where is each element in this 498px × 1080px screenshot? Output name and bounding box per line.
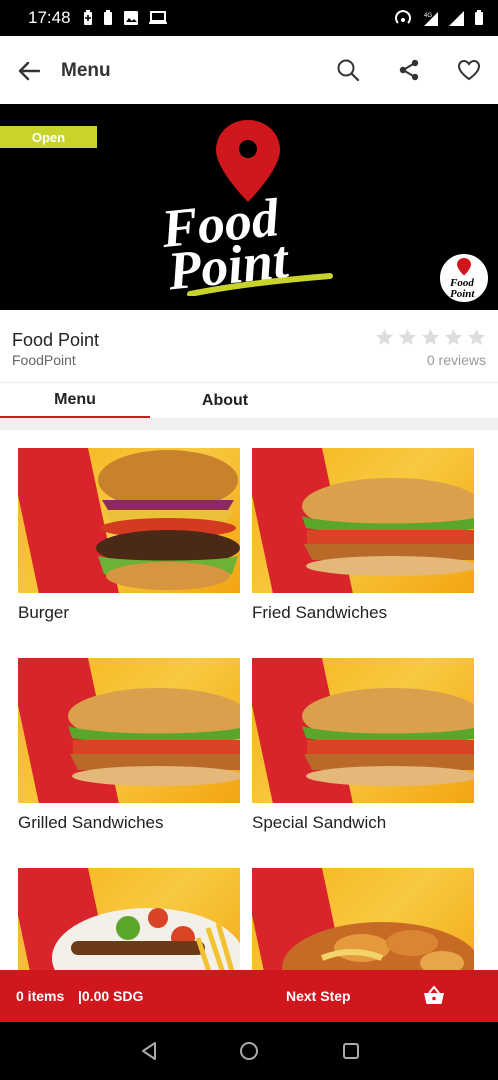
sandwich-image [252, 448, 474, 593]
signal-icon [449, 11, 464, 26]
laptop-icon [148, 11, 167, 24]
recents-square-icon[interactable] [340, 1040, 362, 1062]
system-nav-bar [0, 1022, 498, 1080]
star-icon [398, 328, 417, 346]
grill-plate-image [18, 868, 240, 970]
section-divider [0, 418, 498, 430]
tab-about[interactable]: About [150, 383, 300, 419]
back-triangle-icon[interactable] [138, 1040, 160, 1062]
cart-bar[interactable]: 0 items |0.00 SDG Next Step [0, 970, 498, 1022]
back-button[interactable] [14, 56, 44, 86]
tab-bar: Menu About [0, 382, 498, 419]
sandwich-image [252, 658, 474, 803]
star-icon [421, 328, 440, 346]
category-title: Burger [18, 603, 70, 622]
cart-total: |0.00 SDG [78, 988, 144, 1004]
network-4g-icon: 4G [424, 12, 438, 26]
category-card-fries-plate[interactable] [252, 868, 474, 970]
app-bar: Menu [0, 36, 498, 104]
search-button[interactable] [332, 54, 364, 86]
mini-logo: Food Point [436, 250, 492, 306]
battery-icon [475, 10, 483, 25]
category-grid: Burger Fried Sandwiches Grilled Sandwich… [0, 430, 498, 970]
share-icon [399, 59, 419, 81]
basket-icon[interactable] [422, 984, 446, 1008]
share-button[interactable] [393, 54, 425, 86]
category-card-special-sandwich[interactable]: Special Sandwich [252, 658, 474, 833]
store-info: Food Point FoodPoint 0 reviews [0, 310, 498, 382]
cart-item-count: 0 items [16, 988, 65, 1004]
star-icon [444, 328, 463, 346]
star-icon [467, 328, 486, 346]
favorite-button[interactable] [453, 54, 485, 86]
page-title: Menu [61, 60, 111, 81]
hotspot-icon [395, 10, 411, 24]
next-step-button[interactable]: Next Step [286, 988, 351, 1004]
status-time: 17:48 [28, 8, 71, 27]
food-point-logo: Food Point [158, 120, 333, 296]
status-bar: 17:48 4G [0, 0, 498, 36]
svg-text:4G: 4G [424, 13, 432, 19]
category-card-grilled-sandwiches[interactable]: Grilled Sandwiches [18, 658, 240, 833]
store-name: Food Point [12, 330, 100, 350]
store-handle: FoodPoint [12, 352, 76, 368]
battery-icon [103, 10, 112, 25]
search-icon [337, 59, 360, 82]
svg-text:Point: Point [450, 288, 475, 300]
category-card-grill-plate[interactable] [18, 868, 240, 970]
arrow-left-icon [18, 61, 40, 81]
battery-saver-icon [83, 10, 92, 25]
store-banner: Open Food Point Food Point [0, 104, 498, 310]
category-title: Special Sandwich [252, 813, 387, 832]
fries-plate-image [252, 868, 474, 970]
tab-menu[interactable]: Menu [0, 383, 150, 419]
sandwich-image [18, 658, 240, 803]
reviews-count: 0 reviews [426, 352, 486, 368]
image-icon [123, 11, 138, 25]
burger-image [18, 448, 240, 593]
rating-stars [375, 328, 486, 347]
heart-icon [457, 59, 481, 81]
open-status-badge: Open [0, 126, 97, 148]
category-card-fried-sandwiches[interactable]: Fried Sandwiches [252, 448, 474, 623]
category-card-burger[interactable]: Burger [18, 448, 240, 623]
mini-logo-mark: Food Point [449, 258, 475, 300]
star-icon [375, 328, 394, 346]
category-title: Grilled Sandwiches [18, 813, 164, 832]
category-title: Fried Sandwiches [252, 603, 388, 622]
home-circle-icon[interactable] [238, 1040, 260, 1062]
